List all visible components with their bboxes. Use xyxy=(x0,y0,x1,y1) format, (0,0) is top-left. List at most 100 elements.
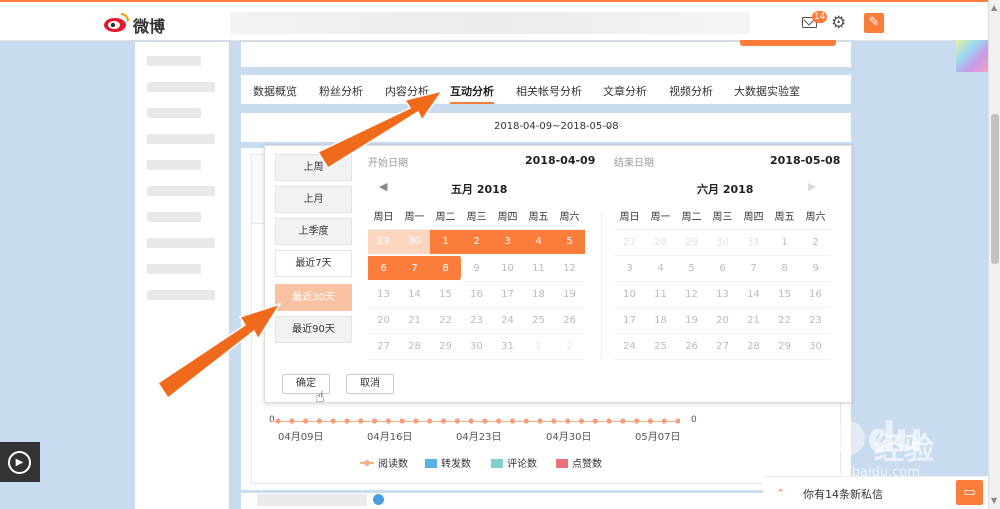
sidebar-item[interactable] xyxy=(147,82,215,92)
calendar-day[interactable]: 10 xyxy=(614,281,645,308)
calendar-day[interactable]: 3 xyxy=(614,255,645,282)
calendar-day[interactable]: 11 xyxy=(645,281,676,308)
calendar-day[interactable]: 29 xyxy=(368,229,399,256)
sidebar-item[interactable] xyxy=(147,238,215,248)
calendar-day[interactable]: 28 xyxy=(738,333,769,360)
calendar-day[interactable]: 15 xyxy=(430,281,461,308)
calendar-day[interactable]: 13 xyxy=(707,281,738,308)
sidebar-item[interactable] xyxy=(147,212,201,222)
calendar-day[interactable]: 1 xyxy=(430,229,461,256)
calendar-day[interactable]: 5 xyxy=(676,255,707,282)
calendar-day[interactable]: 30 xyxy=(399,229,430,256)
scroll-thumb[interactable] xyxy=(991,114,999,264)
legend-comment[interactable]: 评论数 xyxy=(491,455,537,470)
calendar-day[interactable]: 12 xyxy=(676,281,707,308)
calendar-day[interactable]: 24 xyxy=(492,307,523,334)
calendar-day[interactable]: 31 xyxy=(738,229,769,256)
calendar-day[interactable]: 16 xyxy=(800,281,831,308)
tab-related-accounts[interactable]: 相关帐号分析 xyxy=(516,83,582,99)
end-date-value[interactable]: 2018-05-08 xyxy=(770,154,840,167)
calendar-day[interactable]: 6 xyxy=(707,255,738,282)
help-icon[interactable] xyxy=(373,494,384,505)
play-icon[interactable]: ▶ xyxy=(8,451,31,474)
calendar-day[interactable]: 23 xyxy=(800,307,831,334)
calendar-day[interactable]: 30 xyxy=(800,333,831,360)
gear-icon[interactable]: ⚙ xyxy=(831,13,846,33)
tab-interaction[interactable]: 互动分析 xyxy=(450,83,494,104)
next-month-icon[interactable]: ▶ xyxy=(808,180,816,193)
calendar-day[interactable]: 27 xyxy=(707,333,738,360)
calendar-day[interactable]: 25 xyxy=(645,333,676,360)
calendar-day[interactable]: 22 xyxy=(769,307,800,334)
calendar-day[interactable]: 2 xyxy=(461,229,492,256)
calendar-day[interactable]: 11 xyxy=(523,255,554,282)
calendar-day[interactable]: 21 xyxy=(738,307,769,334)
tab-overview[interactable]: 数据概览 xyxy=(253,83,297,99)
video-widget[interactable]: ▶ xyxy=(0,442,40,482)
start-date-value[interactable]: 2018-04-09 xyxy=(525,154,595,167)
calendar-day[interactable]: 27 xyxy=(614,229,645,256)
tab-articles[interactable]: 文章分析 xyxy=(603,83,647,99)
tab-content[interactable]: 内容分析 xyxy=(385,83,429,99)
prev-month-icon[interactable]: ◀ xyxy=(379,180,387,193)
chat-icon[interactable]: ▭ xyxy=(956,480,983,505)
tab-fans[interactable]: 粉丝分析 xyxy=(319,83,363,99)
preset-last-quarter[interactable]: 上季度 xyxy=(275,218,352,245)
calendar-day[interactable]: 26 xyxy=(554,307,585,334)
preset-last-week[interactable]: 上周 xyxy=(275,154,352,181)
sidebar-item[interactable] xyxy=(147,160,201,170)
search-area[interactable] xyxy=(230,12,750,34)
calendar-day[interactable]: 18 xyxy=(645,307,676,334)
calendar-day[interactable]: 3 xyxy=(492,229,523,256)
calendar-day[interactable]: 17 xyxy=(492,281,523,308)
message-bar[interactable]: ⌃ 你有14条新私信 ▭ xyxy=(763,476,988,509)
logo-text[interactable]: 微博 xyxy=(133,13,165,37)
calendar-day[interactable]: 10 xyxy=(492,255,523,282)
legend-read[interactable]: 阅读数 xyxy=(360,455,408,470)
sidebar-item[interactable] xyxy=(147,108,201,118)
sidebar-item[interactable] xyxy=(147,134,215,144)
calendar-day[interactable]: 6 xyxy=(368,255,399,282)
calendar-day[interactable]: 15 xyxy=(769,281,800,308)
calendar-day[interactable]: 1 xyxy=(523,333,554,360)
scroll-down-icon[interactable]: ▼ xyxy=(991,496,997,505)
calendar-day[interactable]: 5 xyxy=(554,229,585,256)
sidebar-item[interactable] xyxy=(147,186,215,196)
calendar-day[interactable]: 19 xyxy=(676,307,707,334)
calendar-day[interactable]: 1 xyxy=(769,229,800,256)
calendar-day[interactable]: 27 xyxy=(368,333,399,360)
expand-arrow-icon[interactable]: ⌃ xyxy=(776,487,785,500)
calendar-day[interactable]: 29 xyxy=(769,333,800,360)
sidebar-item[interactable] xyxy=(147,290,215,300)
compose-icon[interactable]: ✎ xyxy=(864,13,884,33)
calendar-day[interactable]: 22 xyxy=(430,307,461,334)
legend-like[interactable]: 点赞数 xyxy=(556,455,602,470)
calendar-day[interactable]: 13 xyxy=(368,281,399,308)
calendar-day[interactable]: 9 xyxy=(800,255,831,282)
calendar-day[interactable]: 2 xyxy=(554,333,585,360)
date-selector[interactable]: 2018-04-09~2018-05-08 ⌄ xyxy=(241,113,851,142)
calendar-day[interactable]: 25 xyxy=(523,307,554,334)
calendar-day[interactable]: 2 xyxy=(800,229,831,256)
chevron-down-icon[interactable]: ⌄ xyxy=(604,120,612,131)
calendar-day[interactable]: 31 xyxy=(492,333,523,360)
weibo-logo-icon[interactable] xyxy=(103,11,131,33)
calendar-day[interactable]: 4 xyxy=(645,255,676,282)
calendar-day[interactable]: 18 xyxy=(523,281,554,308)
message-text[interactable]: 你有14条新私信 xyxy=(803,486,883,502)
calendar-day[interactable]: 26 xyxy=(676,333,707,360)
calendar-day[interactable]: 19 xyxy=(554,281,585,308)
scroll-up-icon[interactable]: ▲ xyxy=(991,3,997,12)
sidebar-item[interactable] xyxy=(147,56,201,66)
calendar-day[interactable]: 14 xyxy=(399,281,430,308)
calendar-day[interactable]: 14 xyxy=(738,281,769,308)
calendar-day[interactable]: 20 xyxy=(707,307,738,334)
calendar-day[interactable]: 24 xyxy=(614,333,645,360)
calendar-day[interactable]: 12 xyxy=(554,255,585,282)
calendar-day[interactable]: 8 xyxy=(430,255,461,282)
preset-last-month[interactable]: 上月 xyxy=(275,186,352,213)
calendar-day[interactable]: 30 xyxy=(707,229,738,256)
preset-last-30-days[interactable]: 最近30天 xyxy=(275,284,352,311)
calendar-day[interactable]: 7 xyxy=(399,255,430,282)
tab-big-data-lab[interactable]: 大数据实验室 xyxy=(734,83,800,99)
